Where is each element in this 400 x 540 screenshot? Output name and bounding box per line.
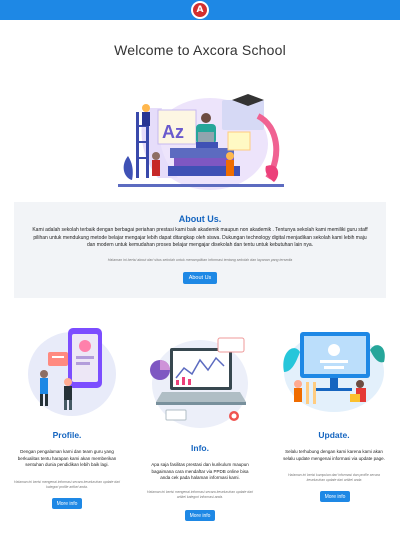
hero-illustration-education: Az	[118, 94, 284, 190]
about-section: About Us. Kami adalah sekolah terbaik de…	[14, 202, 386, 298]
update-card-note: Halaman ini berisi kumpulan dari informa…	[288, 473, 380, 482]
top-navbar: A	[0, 0, 400, 20]
update-illustration	[283, 332, 385, 412]
profile-card-description: Dengan pengalaman kami dan team guru yan…	[17, 449, 117, 467]
school-logo[interactable]: A	[191, 1, 209, 19]
profile-more-info-button[interactable]: More info	[52, 498, 82, 509]
logo-letter: A	[193, 3, 207, 17]
hero-az-letters: Az	[162, 122, 184, 142]
info-card-title: Info.	[191, 443, 209, 453]
info-card-description: Apa saja fasilitas prestasi dan kurikulu…	[151, 462, 249, 480]
update-card-title: Update.	[318, 430, 350, 440]
about-title: About Us.	[178, 214, 222, 224]
update-card-description: Selalu terhubung dengan kami karena kami…	[283, 449, 385, 461]
info-illustration	[150, 337, 248, 428]
about-description: Kami adalah sekolah terbaik dengan berba…	[32, 227, 368, 248]
profile-card-note: Halaman ini berisi mengenai informasi se…	[14, 480, 120, 489]
profile-card-title: Profile.	[52, 430, 82, 440]
info-more-info-button[interactable]: More info	[185, 510, 215, 521]
hero-title: Welcome to Axcora School	[114, 42, 286, 58]
info-card-note: Halaman ini berisi mengenai informasi se…	[147, 490, 253, 499]
profile-illustration	[28, 328, 116, 416]
update-more-info-button[interactable]: More info	[320, 491, 350, 502]
about-us-button[interactable]: About Us	[183, 272, 217, 284]
about-note: Halaman ini berisi about dari situs seko…	[107, 258, 293, 262]
